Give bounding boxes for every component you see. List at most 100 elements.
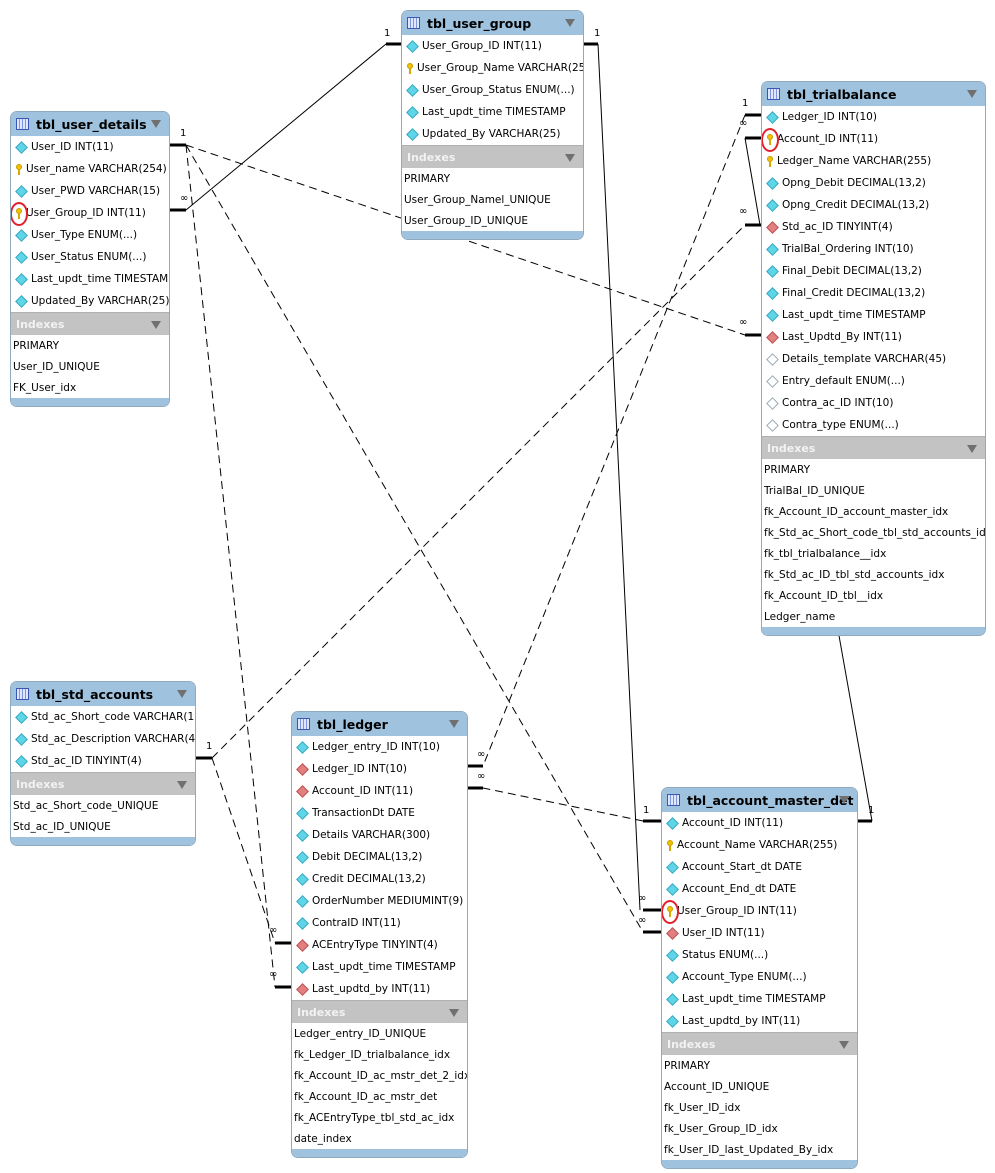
column-row[interactable]: Opng_Credit DECIMAL(13,2) xyxy=(762,194,985,216)
index-row[interactable]: fk_Account_ID_ac_mstr_det xyxy=(292,1086,467,1107)
column-row[interactable]: Final_Debit DECIMAL(13,2) xyxy=(762,260,985,282)
table-tbl-trialbalance[interactable]: tbl_trialbalance Ledger_ID INT(10) Account… xyxy=(761,81,986,636)
column-row[interactable]: Credit DECIMAL(13,2) xyxy=(292,868,467,890)
index-row[interactable]: Std_ac_ID_UNIQUE xyxy=(11,816,195,837)
table-header[interactable]: tbl_user_group xyxy=(402,11,583,35)
column-row[interactable]: Last_updtd_by INT(11) xyxy=(292,978,467,1000)
column-row[interactable]: User_Status ENUM(...) xyxy=(11,246,169,268)
column-row[interactable]: ContraID INT(11) xyxy=(292,912,467,934)
column-row[interactable]: Last_Updtd_By INT(11) xyxy=(762,326,985,348)
index-row[interactable]: PRIMARY xyxy=(11,335,169,356)
indexes-header[interactable]: Indexes xyxy=(292,1000,467,1023)
column-row[interactable]: Ledger_Name VARCHAR(255) xyxy=(762,150,985,172)
collapse-triangle-icon[interactable] xyxy=(839,1041,849,1049)
column-row[interactable]: Updated_By VARCHAR(25) xyxy=(11,290,169,312)
index-row[interactable]: Ledger_name xyxy=(762,606,985,627)
index-row[interactable]: fk_User_ID_last_Updated_By_idx xyxy=(662,1139,857,1160)
column-row[interactable]: Ledger_ID INT(10) xyxy=(292,758,467,780)
index-row[interactable]: Std_ac_Short_code_UNIQUE xyxy=(11,795,195,816)
indexes-header[interactable]: Indexes xyxy=(11,312,169,335)
index-row[interactable]: fk_User_Group_ID_idx xyxy=(662,1118,857,1139)
index-row[interactable]: Ledger_entry_ID_UNIQUE xyxy=(292,1023,467,1044)
index-row[interactable]: fk_Account_ID_ac_mstr_det_2_idx xyxy=(292,1065,467,1086)
column-row[interactable]: Updated_By VARCHAR(25) xyxy=(402,123,583,145)
table-header[interactable]: tbl_trialbalance xyxy=(762,82,985,106)
column-row[interactable]: Ledger_ID INT(10) xyxy=(762,106,985,128)
column-row[interactable]: Debit DECIMAL(13,2) xyxy=(292,846,467,868)
collapse-triangle-icon[interactable] xyxy=(449,720,459,728)
table-header[interactable]: tbl_std_accounts xyxy=(11,682,195,706)
column-row[interactable]: Std_ac_Short_code VARCHAR(15) xyxy=(11,706,195,728)
index-row[interactable]: User_Group_Namel_UNIQUE xyxy=(402,189,583,210)
column-row[interactable]: Contra_ac_ID INT(10) xyxy=(762,392,985,414)
index-row[interactable]: FK_User_idx xyxy=(11,377,169,398)
collapse-triangle-icon[interactable] xyxy=(177,781,187,789)
index-row[interactable]: fk_tbl_trialbalance__idx xyxy=(762,543,985,564)
index-row[interactable]: Account_ID_UNIQUE xyxy=(662,1076,857,1097)
index-row[interactable]: date_index xyxy=(292,1128,467,1149)
index-row[interactable]: PRIMARY xyxy=(402,168,583,189)
column-row[interactable]: TransactionDt DATE xyxy=(292,802,467,824)
column-row[interactable]: User_Type ENUM(...) xyxy=(11,224,169,246)
column-row[interactable]: Last_updt_time TIMESTAMP xyxy=(402,101,583,123)
table-tbl-ledger[interactable]: tbl_ledger Ledger_entry_ID INT(10) Ledger_… xyxy=(291,711,468,1158)
table-tbl-user-group[interactable]: tbl_user_group User_Group_ID INT(11) User_… xyxy=(401,10,584,240)
column-row[interactable]: User_PWD VARCHAR(15) xyxy=(11,180,169,202)
table-header[interactable]: tbl_user_details xyxy=(11,112,169,136)
column-row[interactable]: Account_End_dt DATE xyxy=(662,878,857,900)
table-tbl-user-details[interactable]: tbl_user_details User_ID INT(11) User_name… xyxy=(10,111,170,407)
collapse-triangle-icon[interactable] xyxy=(839,796,849,804)
column-row[interactable]: Std_ac_ID TINYINT(4) xyxy=(11,750,195,772)
column-row[interactable]: Account_ID INT(11) xyxy=(292,780,467,802)
index-row[interactable]: User_Group_ID_UNIQUE xyxy=(402,210,583,231)
collapse-triangle-icon[interactable] xyxy=(967,90,977,98)
table-tbl-std-accounts[interactable]: tbl_std_accounts Std_ac_Short_code VARCHA… xyxy=(10,681,196,846)
indexes-header[interactable]: Indexes xyxy=(402,145,583,168)
collapse-triangle-icon[interactable] xyxy=(177,690,187,698)
index-row[interactable]: User_ID_UNIQUE xyxy=(11,356,169,377)
collapse-triangle-icon[interactable] xyxy=(151,321,161,329)
column-row[interactable]: Std_ac_ID TINYINT(4) xyxy=(762,216,985,238)
column-row[interactable]: Last_updt_time TIMESTAMP xyxy=(292,956,467,978)
index-row[interactable]: PRIMARY xyxy=(762,459,985,480)
column-row[interactable]: Std_ac_Description VARCHAR(40) xyxy=(11,728,195,750)
column-row[interactable]: Last_updt_time TIMESTAMP xyxy=(762,304,985,326)
column-row[interactable]: User_Group_Name VARCHAR(25) xyxy=(402,57,583,79)
column-row[interactable]: User_Group_ID INT(11) xyxy=(662,900,857,924)
index-row[interactable]: fk_ACEntryType_tbl_std_ac_idx xyxy=(292,1107,467,1128)
column-row[interactable]: User_Group_Status ENUM(...) xyxy=(402,79,583,101)
column-row[interactable]: User_Group_ID INT(11) xyxy=(402,35,583,57)
column-row[interactable]: ACEntryType TINYINT(4) xyxy=(292,934,467,956)
table-header[interactable]: tbl_account_master_det xyxy=(662,788,857,812)
column-row[interactable]: Status ENUM(...) xyxy=(662,944,857,966)
column-row[interactable]: Account_Name VARCHAR(255) xyxy=(662,834,857,856)
index-row[interactable]: TrialBal_ID_UNIQUE xyxy=(762,480,985,501)
column-row[interactable]: Details_template VARCHAR(45) xyxy=(762,348,985,370)
column-row[interactable]: User_Group_ID INT(11) xyxy=(11,202,169,226)
collapse-triangle-icon[interactable] xyxy=(565,154,575,162)
column-row[interactable]: Account_Start_dt DATE xyxy=(662,856,857,878)
indexes-header[interactable]: Indexes xyxy=(11,772,195,795)
index-row[interactable]: fk_Account_ID_account_master_idx xyxy=(762,501,985,522)
index-row[interactable]: fk_Ledger_ID_trialbalance_idx xyxy=(292,1044,467,1065)
collapse-triangle-icon[interactable] xyxy=(449,1009,459,1017)
column-row[interactable]: Details VARCHAR(300) xyxy=(292,824,467,846)
index-row[interactable]: fk_User_ID_idx xyxy=(662,1097,857,1118)
index-row[interactable]: PRIMARY xyxy=(662,1055,857,1076)
column-row[interactable]: Last_updt_time TIMESTAMP xyxy=(11,268,169,290)
collapse-triangle-icon[interactable] xyxy=(151,120,161,128)
column-row[interactable]: TrialBal_Ordering INT(10) xyxy=(762,238,985,260)
column-row[interactable]: User_name VARCHAR(254) xyxy=(11,158,169,180)
column-row[interactable]: Entry_default ENUM(...) xyxy=(762,370,985,392)
indexes-header[interactable]: Indexes xyxy=(662,1032,857,1055)
index-row[interactable]: fk_Account_ID_tbl__idx xyxy=(762,585,985,606)
indexes-header[interactable]: Indexes xyxy=(762,436,985,459)
table-header[interactable]: tbl_ledger xyxy=(292,712,467,736)
index-row[interactable]: fk_Std_ac_ID_tbl_std_accounts_idx xyxy=(762,564,985,585)
column-row[interactable]: Last_updtd_by INT(11) xyxy=(662,1010,857,1032)
column-row[interactable]: User_ID INT(11) xyxy=(11,136,169,158)
column-row[interactable]: Account_ID INT(11) xyxy=(662,812,857,834)
column-row[interactable]: Account_Type ENUM(...) xyxy=(662,966,857,988)
column-row[interactable]: Ledger_entry_ID INT(10) xyxy=(292,736,467,758)
collapse-triangle-icon[interactable] xyxy=(565,19,575,27)
